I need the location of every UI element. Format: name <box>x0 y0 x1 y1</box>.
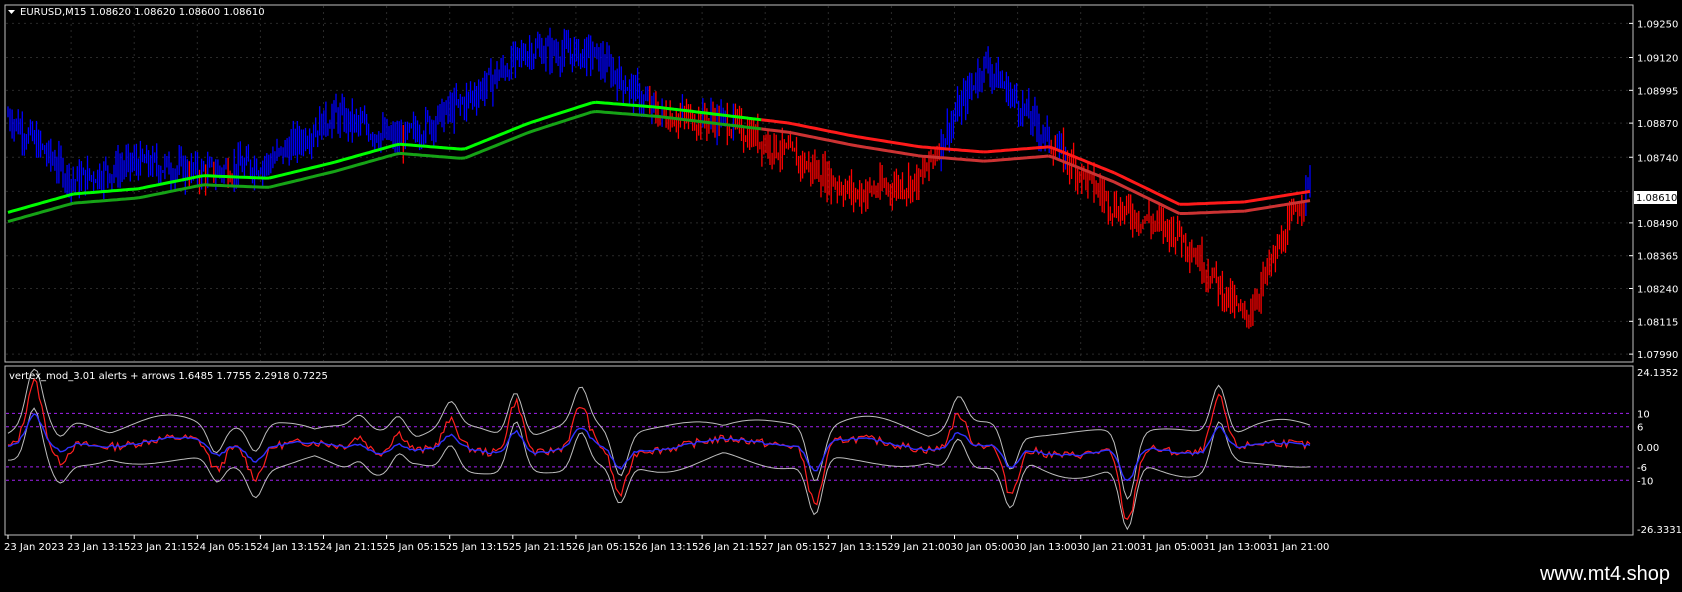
indicator-tick-label: 24.1352 <box>1637 368 1678 379</box>
time-tick-label: 31 Jan 05:00 <box>1140 542 1203 553</box>
indicator-tick-label: 0.00 <box>1637 443 1659 454</box>
indicator-tick-label: -6 <box>1637 463 1647 474</box>
time-tick-label: 26 Jan 21:15 <box>698 542 761 553</box>
indicator-tick-label: 10 <box>1637 409 1650 420</box>
time-tick-label: 24 Jan 21:15 <box>320 542 383 553</box>
time-tick-label: 30 Jan 13:00 <box>1014 542 1077 553</box>
time-tick-label: 30 Jan 05:00 <box>951 542 1014 553</box>
time-tick-label: 24 Jan 05:15 <box>193 542 256 553</box>
time-tick-label: 27 Jan 13:15 <box>824 542 887 553</box>
price-tick-label: 1.08995 <box>1637 86 1678 97</box>
price-tick-label: 1.08870 <box>1637 119 1678 130</box>
time-tick-label: 25 Jan 21:15 <box>509 542 572 553</box>
time-tick-label: 25 Jan 13:15 <box>446 542 509 553</box>
time-tick-label: 23 Jan 13:15 <box>67 542 130 553</box>
price-tick-label: 1.08240 <box>1637 285 1678 296</box>
price-tick-label: 1.08490 <box>1637 219 1678 230</box>
time-tick-label: 25 Jan 05:15 <box>383 542 446 553</box>
price-tick-label: 1.08740 <box>1637 153 1678 164</box>
time-tick-label: 31 Jan 21:00 <box>1266 542 1329 553</box>
price-axis: 1.09250 1.09120 1.08995 1.08870 1.08740 1.084… <box>1629 19 1678 361</box>
time-tick-label: 29 Jan 21:00 <box>887 542 950 553</box>
price-tick-label: 1.08115 <box>1637 317 1678 328</box>
indicator-tick-label: 6 <box>1637 423 1643 434</box>
main-chart-frame <box>4 4 1634 363</box>
trading-chart[interactable]: 1.09250 1.09120 1.08995 1.08870 1.08740 1.084… <box>0 0 1682 592</box>
time-tick-label: 24 Jan 13:15 <box>256 542 319 553</box>
current-price-label: 1.08610 <box>1636 193 1677 204</box>
indicator-title: vertex_mod_3.01 alerts + arrows 1.6485 1… <box>9 371 328 382</box>
chart-title: EURUSD,M15 1.08620 1.08620 1.08600 1.086… <box>20 7 265 18</box>
time-tick-label: 27 Jan 05:15 <box>761 542 824 553</box>
indicator-axis: 24.1352 10 6 0.00 -6 -10 -26.3331 <box>1637 368 1682 536</box>
time-tick-label: 23 Jan 21:15 <box>130 542 193 553</box>
time-tick-label: 30 Jan 21:00 <box>1077 542 1140 553</box>
time-axis: 23 Jan 2023 23 Jan 13:15 23 Jan 21:15 24 Ja… <box>4 535 1329 553</box>
price-tick-label: 1.07990 <box>1637 350 1678 361</box>
price-tick-label: 1.08365 <box>1637 252 1678 263</box>
time-tick-label: 23 Jan 2023 <box>4 542 64 553</box>
indicator-tick-label: -10 <box>1637 476 1653 487</box>
time-tick-label: 26 Jan 13:15 <box>635 542 698 553</box>
indicator-frame <box>4 365 1634 536</box>
price-tick-label: 1.09250 <box>1637 19 1678 30</box>
time-tick-label: 26 Jan 05:15 <box>572 542 635 553</box>
indicator-tick-label: -26.3331 <box>1637 525 1682 536</box>
watermark: www.mt4.shop <box>1539 563 1670 585</box>
time-tick-label: 31 Jan 13:00 <box>1203 542 1266 553</box>
price-tick-label: 1.09120 <box>1637 54 1678 65</box>
